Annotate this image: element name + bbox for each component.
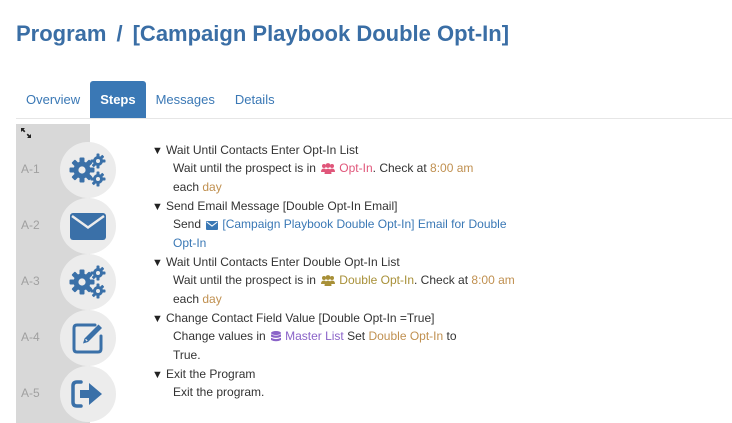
exit-icon [71, 379, 105, 409]
step-a1-desc-each: each [173, 180, 200, 194]
step-a2-title: Send Email Message [Double Opt-In Email] [166, 199, 398, 213]
step-a5-node[interactable] [60, 366, 116, 422]
page-title: Program / [Campaign Playbook Double Opt-In… [16, 21, 509, 47]
step-a4-desc-prefix: Change values in [173, 329, 266, 343]
step-a1-description: Wait until the prospect is in Opt-In. Ch… [152, 160, 532, 196]
collapse-triangle-icon[interactable]: ▼ [152, 367, 166, 384]
step-a2-desc-prefix: Send [173, 217, 202, 231]
database-icon [271, 330, 282, 347]
step-a2-description: Send [Campaign Playbook Double Opt-In] E… [152, 216, 524, 252]
collapse-triangle-icon[interactable]: ▼ [152, 199, 166, 216]
step-a1-period: day [202, 180, 222, 194]
step-a1: ▼ Wait Until Contacts Enter Opt-In List W… [152, 142, 532, 196]
step-a1-desc-mid: . Check at [372, 161, 427, 175]
step-a5: ▼ Exit the Program Exit the program. [152, 366, 532, 401]
step-id-a1: A-1 [21, 162, 40, 176]
tab-bar: Overview Steps Messages Details [16, 81, 285, 118]
step-id-a5: A-5 [21, 386, 40, 400]
step-a4-title-row[interactable]: ▼ Change Contact Field Value [Double Opt-… [152, 310, 482, 328]
tab-steps[interactable]: Steps [90, 81, 146, 118]
edit-icon [71, 321, 105, 355]
step-a4-node[interactable] [60, 310, 116, 366]
step-a5-description: Exit the program. [173, 385, 265, 399]
tabs-divider [16, 118, 732, 119]
list-link-double-opt-in[interactable]: Double Opt-In [339, 273, 414, 287]
step-a4-description: Change values in Master List Set Double … [152, 328, 482, 364]
users-icon [321, 274, 336, 291]
step-a3-time: 8:00 am [471, 273, 515, 287]
envelope-icon [70, 212, 106, 240]
envelope-icon [206, 218, 219, 235]
step-id-a2: A-2 [21, 218, 40, 232]
step-a4-desc-set: Set [347, 329, 366, 343]
step-a3-title-row[interactable]: ▼ Wait Until Contacts Enter Double Opt-In… [152, 254, 552, 272]
step-a1-title: Wait Until Contacts Enter Opt-In List [166, 143, 359, 157]
step-a3: ▼ Wait Until Contacts Enter Double Opt-In… [152, 254, 552, 308]
step-a3-period: day [202, 292, 222, 306]
step-a1-time: 8:00 am [430, 161, 474, 175]
step-a4-value: True. [173, 348, 201, 362]
step-a3-desc-prefix: Wait until the prospect is in [173, 273, 316, 287]
step-a5-title: Exit the Program [166, 367, 256, 381]
step-a1-title-row[interactable]: ▼ Wait Until Contacts Enter Opt-In List [152, 142, 532, 160]
step-a4: ▼ Change Contact Field Value [Double Opt-… [152, 310, 482, 364]
step-a1-node[interactable] [60, 142, 116, 198]
step-a5-title-row[interactable]: ▼ Exit the Program [152, 366, 532, 384]
breadcrumb-current: [Campaign Playbook Double Opt-In] [132, 21, 510, 46]
step-a3-title: Wait Until Contacts Enter Double Opt-In … [166, 255, 400, 269]
list-link-opt-in[interactable]: Opt-In [339, 161, 372, 175]
step-a4-field: Double Opt-In [368, 329, 444, 343]
step-a3-desc-mid: . Check at [414, 273, 469, 287]
gears-icon [68, 152, 108, 188]
step-id-a4: A-4 [21, 330, 40, 344]
tab-details[interactable]: Details [225, 81, 285, 118]
tab-messages[interactable]: Messages [146, 81, 225, 118]
step-a4-title: Change Contact Field Value [Double Opt-I… [166, 311, 435, 325]
step-a4-desc-to: to [446, 329, 457, 343]
step-a3-description: Wait until the prospect is in Double Opt… [152, 272, 552, 308]
step-a2: ▼ Send Email Message [Double Opt-In Email… [152, 198, 524, 252]
step-id-a3: A-3 [21, 274, 40, 288]
step-a3-desc-each: each [173, 292, 200, 306]
step-a1-desc-prefix: Wait until the prospect is in [173, 161, 316, 175]
collapse-triangle-icon[interactable]: ▼ [152, 311, 166, 328]
message-link[interactable]: [Campaign Playbook Double Opt-In] Email … [173, 217, 507, 250]
list-link-master-list[interactable]: Master List [285, 329, 344, 343]
step-a2-title-row[interactable]: ▼ Send Email Message [Double Opt-In Email… [152, 198, 524, 216]
step-a3-node[interactable] [60, 254, 116, 310]
collapse-triangle-icon[interactable]: ▼ [152, 255, 166, 272]
step-a2-node[interactable] [60, 198, 116, 254]
collapse-triangle-icon[interactable]: ▼ [152, 143, 166, 160]
tab-overview[interactable]: Overview [16, 81, 90, 118]
breadcrumb-separator: / [116, 21, 123, 46]
users-icon [321, 162, 336, 179]
expand-icon[interactable] [20, 126, 32, 138]
breadcrumb-root[interactable]: Program [16, 21, 106, 46]
gears-icon [68, 264, 108, 300]
